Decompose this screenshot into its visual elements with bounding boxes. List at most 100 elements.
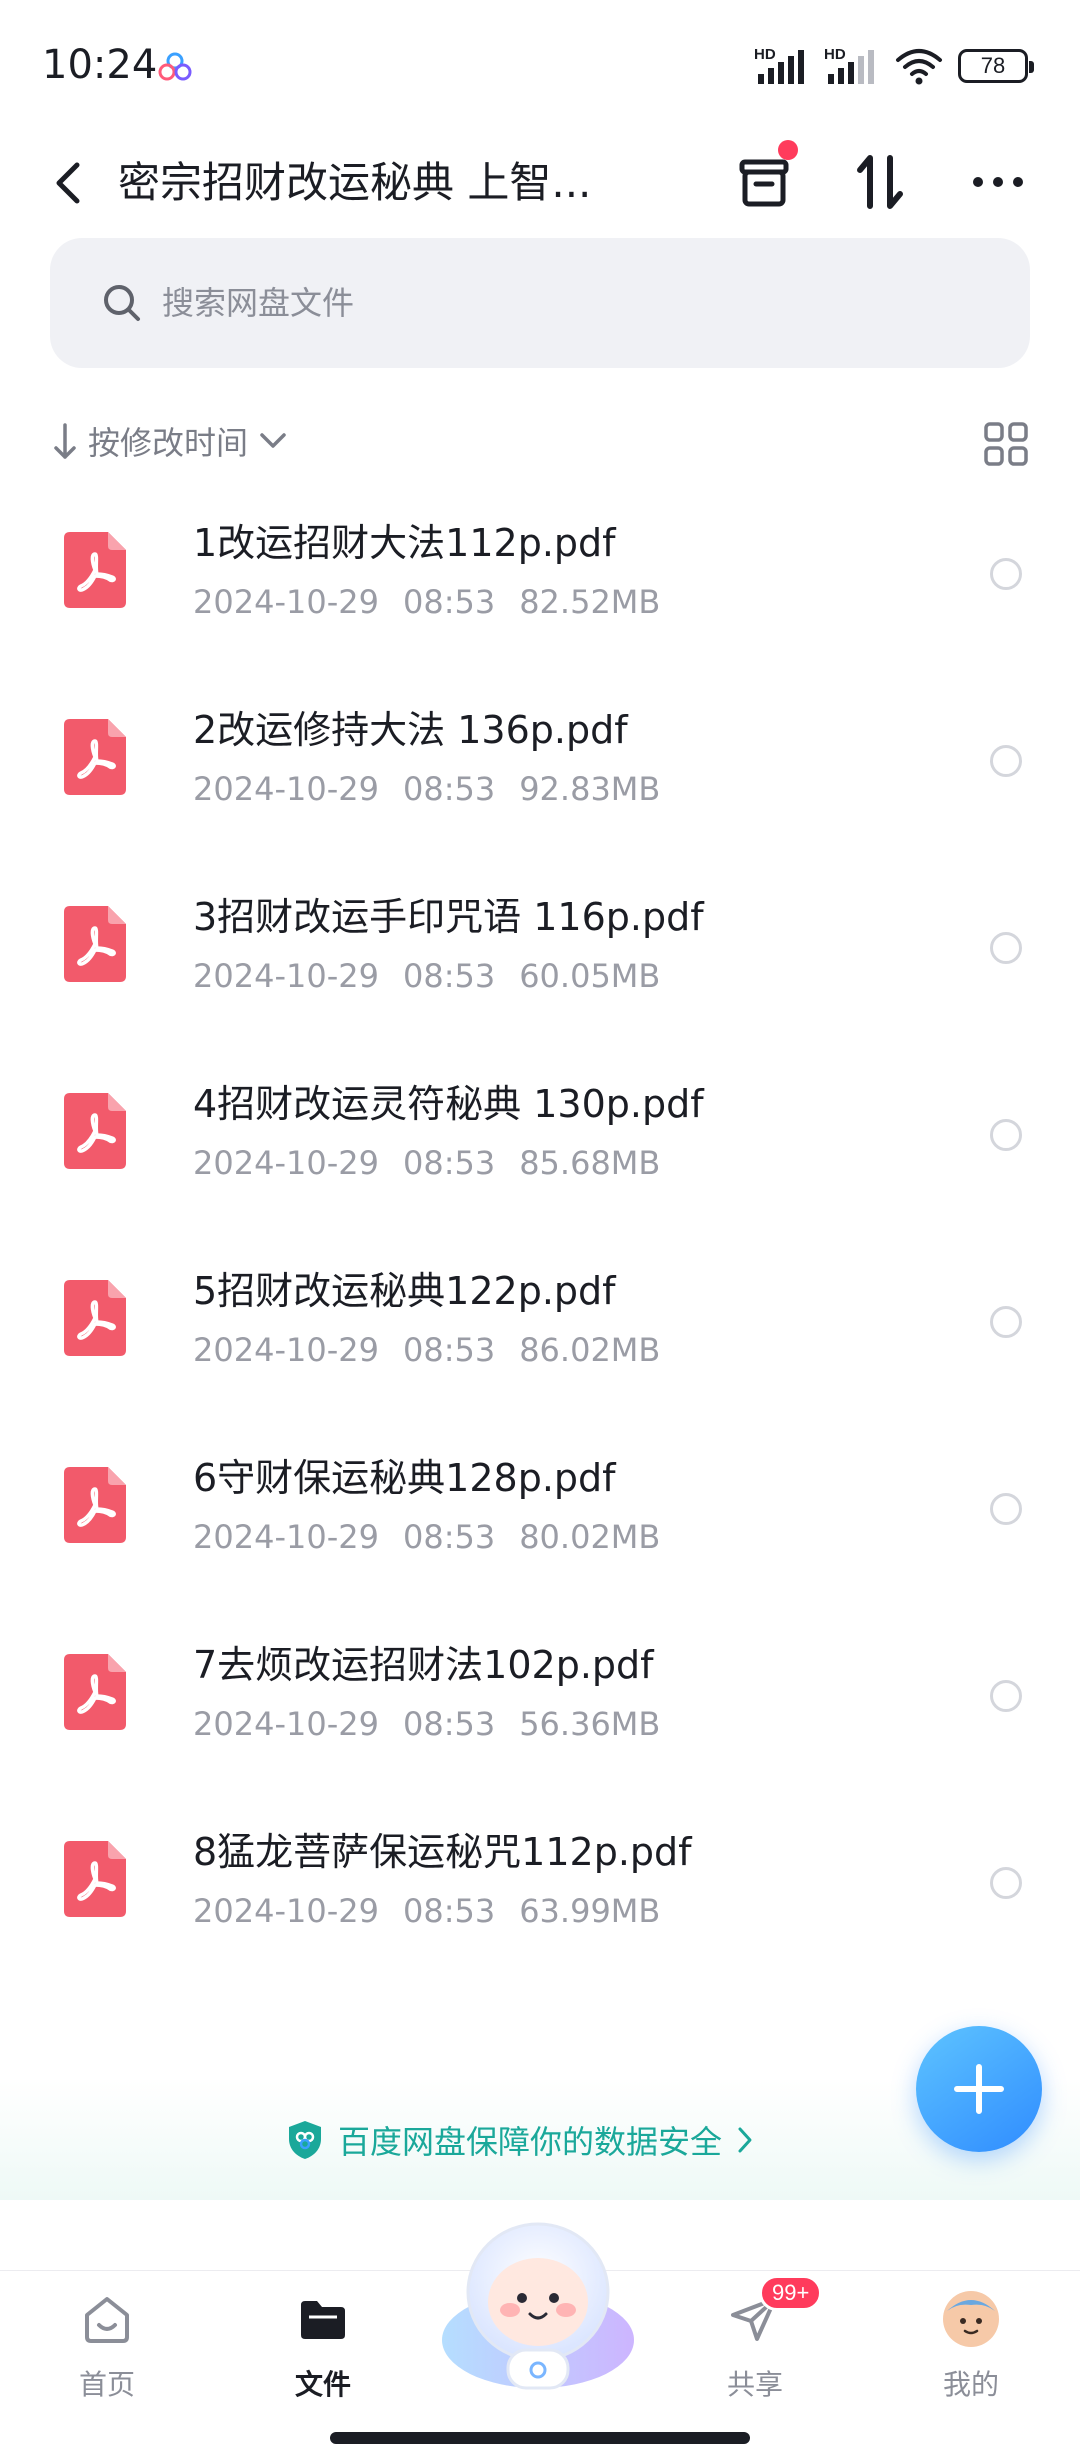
file-date: 2024-10-29 — [193, 1331, 379, 1369]
transfer-list-button[interactable] — [722, 140, 806, 224]
file-name: 8猛龙菩萨保运秘咒112p.pdf — [193, 1830, 692, 1874]
shield-icon — [288, 2121, 321, 2159]
file-time: 08:53 — [402, 770, 496, 808]
select-checkbox[interactable] — [990, 558, 1022, 590]
more-button[interactable] — [956, 140, 1040, 224]
nav-share[interactable]: 99+ 共享 — [680, 2275, 830, 2429]
file-row[interactable]: 5招财改运秘典122p.pdf 2024-10-29 08:53 86.02MB — [0, 1228, 1080, 1415]
status-indicators: HD HD 78 — [754, 44, 1034, 88]
banner-text: 百度网盘保障你的数据安全 — [337, 2123, 722, 2161]
pdf-file-icon — [64, 906, 126, 982]
home-indicator[interactable] — [330, 2432, 750, 2444]
file-date: 2024-10-29 — [193, 957, 379, 995]
file-meta: 2024-10-29 08:53 63.99MB — [193, 1889, 660, 1933]
file-meta: 2024-10-29 08:53 80.02MB — [193, 1515, 660, 1559]
file-date: 2024-10-29 — [193, 1518, 379, 1556]
more-dots-icon — [973, 177, 1023, 187]
nav-files[interactable]: 文件 — [248, 2289, 398, 2429]
file-row[interactable]: 7去烦改运招财法102p.pdf 2024-10-29 08:53 56.36MB — [0, 1602, 1080, 1789]
file-row[interactable]: 3招财改运手印咒语 116p.pdf 2024-10-29 08:53 60.05M… — [0, 854, 1080, 1041]
file-meta: 2024-10-29 08:53 60.05MB — [193, 954, 660, 998]
file-list: 1改运招财大法112p.pdf 2024-10-29 08:53 82.52MB 2… — [0, 480, 1080, 1976]
file-size: 86.02MB — [519, 1331, 661, 1369]
file-meta: 2024-10-29 08:53 85.68MB — [193, 1141, 660, 1185]
pdf-file-icon — [64, 719, 126, 795]
file-row[interactable]: 1改运招财大法112p.pdf 2024-10-29 08:53 82.52MB — [0, 480, 1080, 667]
avatar — [943, 2291, 999, 2347]
search-bar[interactable] — [50, 238, 1030, 368]
file-time: 08:53 — [402, 957, 496, 995]
back-button[interactable] — [40, 148, 96, 218]
arrow-down-icon — [54, 423, 76, 459]
pdf-file-icon — [64, 1467, 126, 1543]
file-time: 08:53 — [402, 1144, 496, 1182]
select-checkbox[interactable] — [990, 932, 1022, 964]
file-row[interactable]: 8猛龙菩萨保运秘咒112p.pdf 2024-10-29 08:53 63.99MB — [0, 1789, 1080, 1976]
pdf-file-icon — [64, 1280, 126, 1356]
select-checkbox[interactable] — [990, 1119, 1022, 1151]
file-date: 2024-10-29 — [193, 770, 379, 808]
file-name: 5招财改运秘典122p.pdf — [193, 1269, 616, 1313]
file-time: 08:53 — [402, 1892, 496, 1930]
nav-home[interactable]: 首页 — [32, 2289, 182, 2429]
file-name: 3招财改运手印咒语 116p.pdf — [193, 895, 704, 939]
archive-box-icon — [739, 159, 789, 207]
grid-view-icon[interactable] — [982, 420, 1030, 468]
sort-dropdown[interactable]: 按修改时间 — [52, 418, 288, 464]
chevron-right-icon — [738, 2127, 752, 2153]
file-size: 92.83MB — [519, 770, 661, 808]
file-size: 60.05MB — [519, 957, 661, 995]
nav-home-label: 首页 — [78, 2368, 135, 2401]
select-checkbox[interactable] — [990, 1680, 1022, 1712]
wifi-icon — [896, 49, 942, 85]
plus-icon — [954, 2064, 1004, 2114]
file-row[interactable]: 6守财保运秘典128p.pdf 2024-10-29 08:53 80.02MB — [0, 1415, 1080, 1602]
home-icon — [85, 2297, 129, 2343]
search-icon — [104, 285, 140, 321]
mascot-center-button[interactable] — [438, 2210, 638, 2400]
nav-share-label: 共享 — [726, 2368, 783, 2401]
nav-me-label: 我的 — [942, 2368, 999, 2401]
baidu-cloud-icon — [158, 52, 192, 81]
file-size: 82.52MB — [519, 583, 661, 621]
file-date: 2024-10-29 — [193, 1144, 379, 1182]
add-button[interactable] — [916, 2026, 1042, 2152]
signal-icon: HD — [754, 46, 810, 86]
file-meta: 2024-10-29 08:53 56.36MB — [193, 1702, 660, 1746]
file-size: 56.36MB — [519, 1705, 661, 1743]
signal-icon: HD — [824, 46, 880, 86]
file-name: 6守财保运秘典128p.pdf — [193, 1456, 616, 1500]
share-badge: 99+ — [759, 2275, 823, 2311]
chevron-down-icon — [260, 433, 286, 448]
notification-dot — [778, 140, 798, 160]
file-size: 63.99MB — [519, 1892, 661, 1930]
file-size: 85.68MB — [519, 1144, 661, 1182]
select-checkbox[interactable] — [990, 1493, 1022, 1525]
search-input[interactable] — [162, 284, 962, 322]
nav-me[interactable]: 我的 — [896, 2289, 1046, 2429]
swap-vertical-icon — [857, 155, 903, 209]
select-checkbox[interactable] — [990, 1306, 1022, 1338]
file-date: 2024-10-29 — [193, 583, 379, 621]
chevron-left-icon — [56, 162, 80, 204]
page-title: 密宗招财改运秘典 上智... — [118, 158, 592, 207]
file-size: 80.02MB — [519, 1518, 661, 1556]
file-name: 2改运修持大法 136p.pdf — [193, 708, 628, 752]
file-name: 7去烦改运招财法102p.pdf — [193, 1643, 654, 1687]
status-time: 10:24 — [42, 42, 158, 88]
file-date: 2024-10-29 — [193, 1705, 379, 1743]
select-checkbox[interactable] — [990, 745, 1022, 777]
file-row[interactable]: 4招财改运灵符秘典 130p.pdf 2024-10-29 08:53 85.68M… — [0, 1041, 1080, 1228]
sort-row: 按修改时间 — [0, 410, 1080, 480]
file-date: 2024-10-29 — [193, 1892, 379, 1930]
select-checkbox[interactable] — [990, 1867, 1022, 1899]
file-name: 4招财改运灵符秘典 130p.pdf — [193, 1082, 704, 1126]
pdf-file-icon — [64, 532, 126, 608]
sort-order-button[interactable] — [838, 140, 922, 224]
file-row[interactable]: 2改运修持大法 136p.pdf 2024-10-29 08:53 92.83MB — [0, 667, 1080, 854]
file-time: 08:53 — [402, 583, 496, 621]
battery-icon: 78 — [958, 49, 1034, 83]
file-name: 1改运招财大法112p.pdf — [193, 521, 616, 565]
pdf-file-icon — [64, 1654, 126, 1730]
file-time: 08:53 — [402, 1518, 496, 1556]
